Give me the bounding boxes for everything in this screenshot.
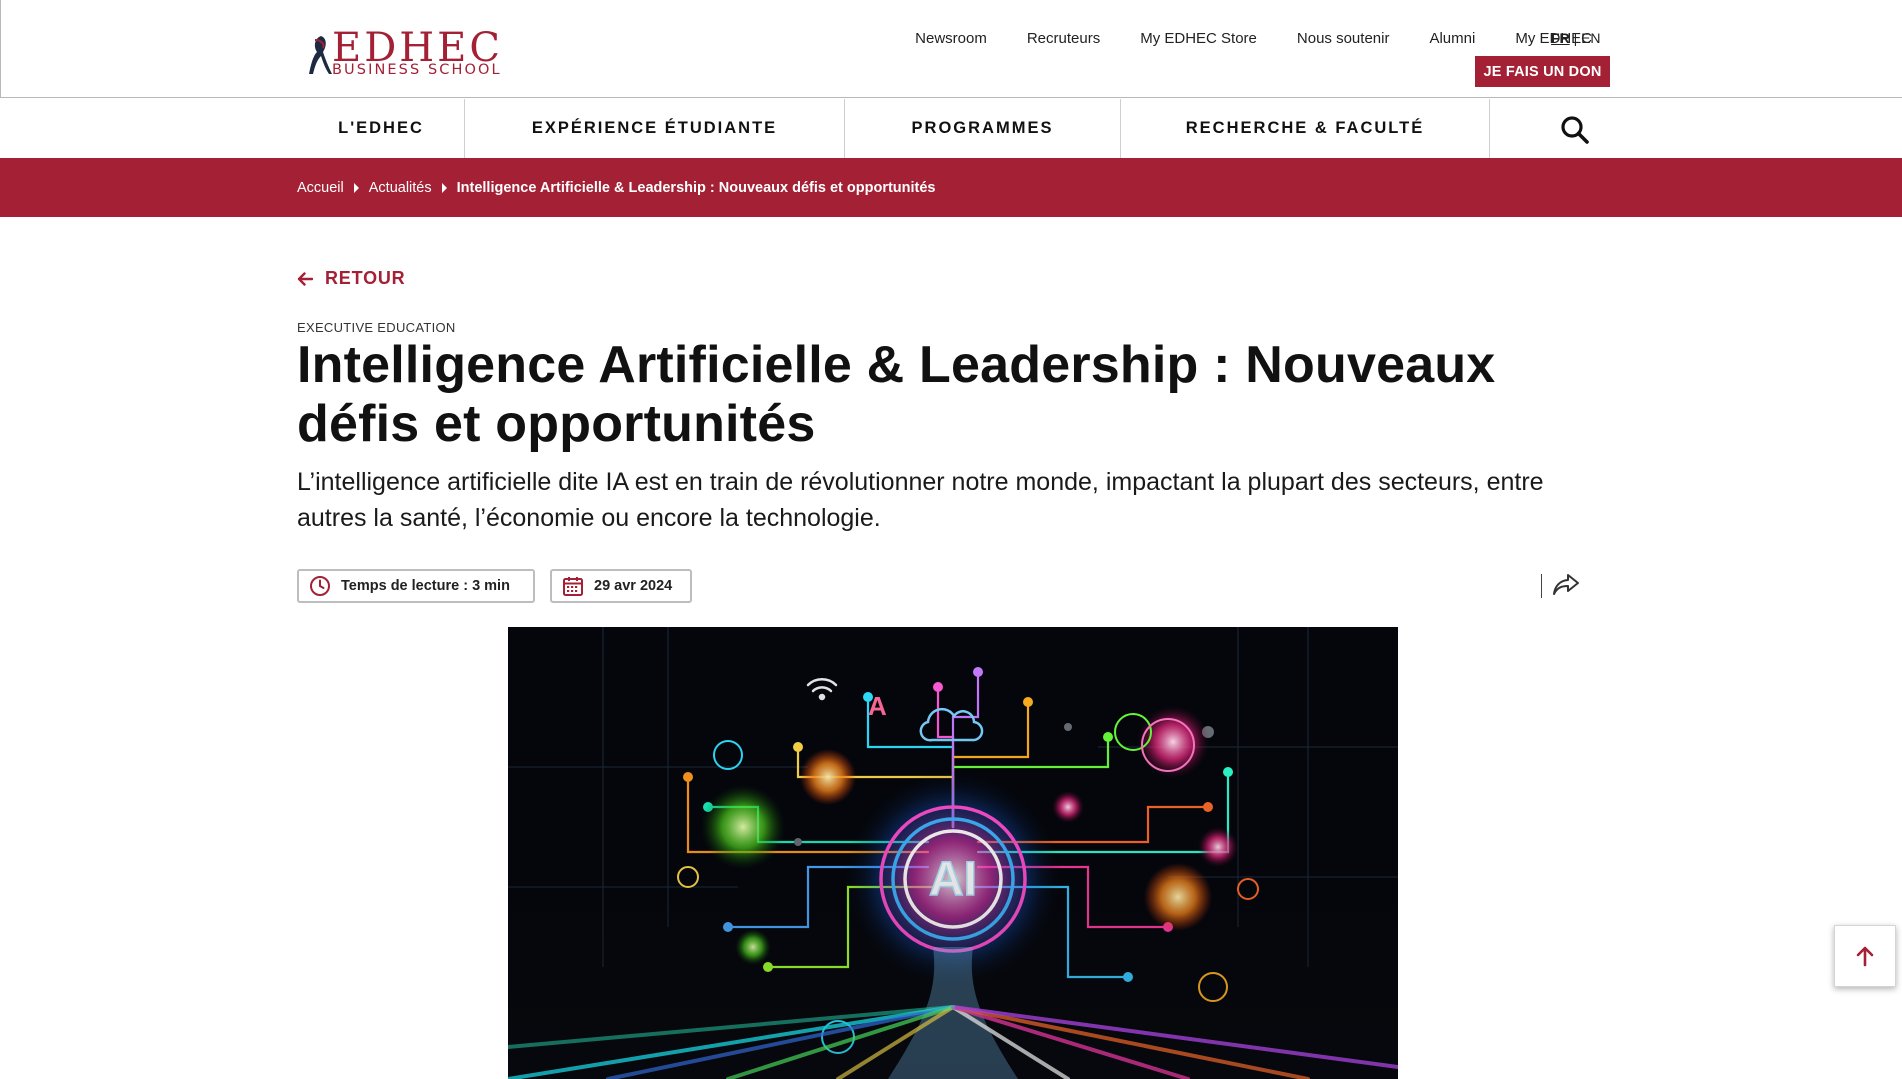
nav-item-experience-etudiante[interactable]: EXPÉRIENCE ÉTUDIANTE [465, 99, 845, 158]
utility-link-store[interactable]: My EDHEC Store [1140, 30, 1257, 47]
logo-figure-icon [309, 36, 332, 74]
arrow-left-icon [297, 271, 313, 286]
utility-link-newsroom[interactable]: Newsroom [915, 30, 987, 47]
article-title: Intelligence Artificielle & Leadership :… [297, 336, 1496, 453]
back-label: RETOUR [325, 268, 406, 288]
lang-en[interactable]: EN [1581, 30, 1600, 46]
utility-nav: Newsroom Recruteurs My EDHEC Store Nous … [915, 30, 1592, 47]
top-header: EDHEC BUSINESS SCHOOL Newsroom Recruteur… [0, 0, 1902, 98]
arrow-up-icon [1856, 946, 1874, 967]
article-hero-image: A AI [508, 627, 1398, 1079]
breadcrumb: Accueil Actualités Intelligence Artifici… [297, 158, 936, 217]
search-icon[interactable] [1560, 115, 1590, 145]
breadcrumb-separator-icon [353, 182, 359, 193]
date-badge: 29 avr 2024 [550, 569, 692, 603]
language-switcher: FR | EN [1551, 30, 1601, 46]
reading-time-text: Temps de lecture : 3 min [341, 578, 510, 594]
lang-separator: | [1573, 30, 1578, 46]
calendar-icon [563, 577, 583, 596]
date-text: 29 avr 2024 [594, 578, 673, 594]
nav-item-recherche-faculte[interactable]: RECHERCHE & FACULTÉ [1121, 99, 1490, 158]
edhec-logo[interactable]: EDHEC BUSINESS SCHOOL [307, 28, 507, 77]
clock-icon [310, 576, 330, 596]
main-nav: L'EDHEC EXPÉRIENCE ÉTUDIANTE PROGRAMMES … [0, 99, 1902, 158]
donate-button[interactable]: JE FAIS UN DON [1475, 56, 1610, 87]
utility-link-nous-soutenir[interactable]: Nous soutenir [1297, 30, 1390, 47]
breadcrumb-bar: Accueil Actualités Intelligence Artifici… [0, 158, 1902, 217]
article-lead: L’intelligence artificielle dite IA est … [297, 468, 1544, 532]
logo-sub-text: BUSINESS SCHOOL [332, 62, 502, 78]
lang-fr[interactable]: FR [1551, 30, 1570, 46]
back-link[interactable]: RETOUR [297, 268, 405, 289]
article-category: EXECUTIVE EDUCATION [297, 320, 456, 335]
share-icon[interactable] [1552, 572, 1580, 598]
breadcrumb-separator-icon [441, 182, 447, 193]
share-divider [1541, 574, 1542, 598]
utility-link-recruteurs[interactable]: Recruteurs [1027, 30, 1100, 47]
logo-wordmark: EDHEC BUSINESS SCHOOL [332, 28, 503, 77]
reading-time-badge: Temps de lecture : 3 min [297, 569, 535, 603]
nav-item-edhec[interactable]: L'EDHEC [298, 99, 465, 158]
breadcrumb-current: Intelligence Artificielle & Leadership :… [456, 179, 936, 196]
ai-illustration: A AI [508, 627, 1398, 1079]
nav-item-programmes[interactable]: PROGRAMMES [845, 99, 1121, 158]
breadcrumb-actualites[interactable]: Actualités [369, 180, 432, 196]
breadcrumb-accueil[interactable]: Accueil [297, 180, 344, 196]
utility-link-alumni[interactable]: Alumni [1429, 30, 1475, 47]
back-to-top-button[interactable] [1834, 925, 1896, 987]
